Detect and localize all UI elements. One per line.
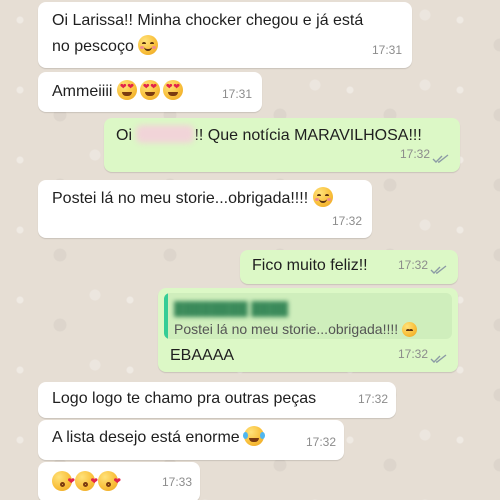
smiling-face-icon <box>402 322 418 337</box>
quoted-message[interactable]: ████████ ████ Postei lá no meu storie...… <box>164 293 452 339</box>
message-text: Postei lá no meu storie...obrigada!!!! <box>52 187 336 211</box>
message-time: 17:32 <box>331 214 362 228</box>
quote-accent-bar <box>164 293 168 339</box>
face-with-tears-of-joy-icon <box>243 426 266 446</box>
message-time: 17:32 <box>357 392 388 406</box>
message-incoming[interactable]: Logo logo te chamo pra outras peças 17:3… <box>38 382 396 418</box>
message-time: 17:33 <box>161 475 192 489</box>
face-blowing-kiss-icon: ❤ <box>75 471 98 491</box>
message-time: 17:32 <box>305 435 336 449</box>
face-blowing-kiss-icon: ❤ <box>98 471 121 491</box>
message-time: 17:31 <box>221 87 252 101</box>
heart-eyes-icon <box>139 80 160 100</box>
message-incoming[interactable]: Postei lá no meu storie...obrigada!!!! 1… <box>38 180 372 238</box>
message-outgoing[interactable]: Oi !! Que notícia MARAVILHOSA!!! 17:32 <box>104 118 460 172</box>
face-blowing-kiss-icon: ❤ <box>52 471 75 491</box>
message-outgoing-reply[interactable]: ████████ ████ Postei lá no meu storie...… <box>158 288 458 372</box>
message-time: 17:31 <box>371 43 402 57</box>
message-incoming[interactable]: ❤ ❤ ❤ 17:33 <box>38 462 200 500</box>
message-text: Oi !! Que notícia MARAVILHOSA!!! <box>116 125 422 144</box>
heart-eyes-icon <box>162 80 183 100</box>
redacted-name <box>136 125 195 143</box>
message-text: Logo logo te chamo pra outras peças <box>52 390 317 407</box>
read-ticks-icon <box>430 354 447 363</box>
message-time: 17:32 <box>397 258 428 272</box>
message-text: Oi Larissa!! Minha chocker chegou e já e… <box>52 12 364 29</box>
smiling-face-icon <box>312 187 333 207</box>
message-text: Fico muito feliz!! <box>252 257 368 274</box>
heart-eyes-icon <box>116 80 137 100</box>
message-time: 17:32 <box>397 347 428 361</box>
message-text: Ammeiiii <box>52 80 186 104</box>
read-ticks-icon <box>432 154 449 163</box>
smiling-face-with-hearts-icon <box>138 35 159 55</box>
message-outgoing[interactable]: Fico muito feliz!! 17:32 <box>240 250 458 284</box>
message-incoming[interactable]: A lista desejo está enorme 17:32 <box>38 420 344 460</box>
quoted-text: Postei lá no meu storie...obrigada!!!! <box>174 317 420 339</box>
read-ticks-icon <box>430 265 447 274</box>
message-text: A lista desejo está enorme <box>52 426 267 450</box>
message-time: 17:32 <box>399 147 430 161</box>
message-text-line2: no pescoço <box>52 35 161 59</box>
message-text: EBAAAA <box>170 347 235 364</box>
message-incoming[interactable]: Ammeiiii 17:31 <box>38 72 262 112</box>
message-emojis: ❤ ❤ ❤ <box>52 471 121 495</box>
message-incoming[interactable]: Oi Larissa!! Minha chocker chegou e já e… <box>38 2 412 68</box>
